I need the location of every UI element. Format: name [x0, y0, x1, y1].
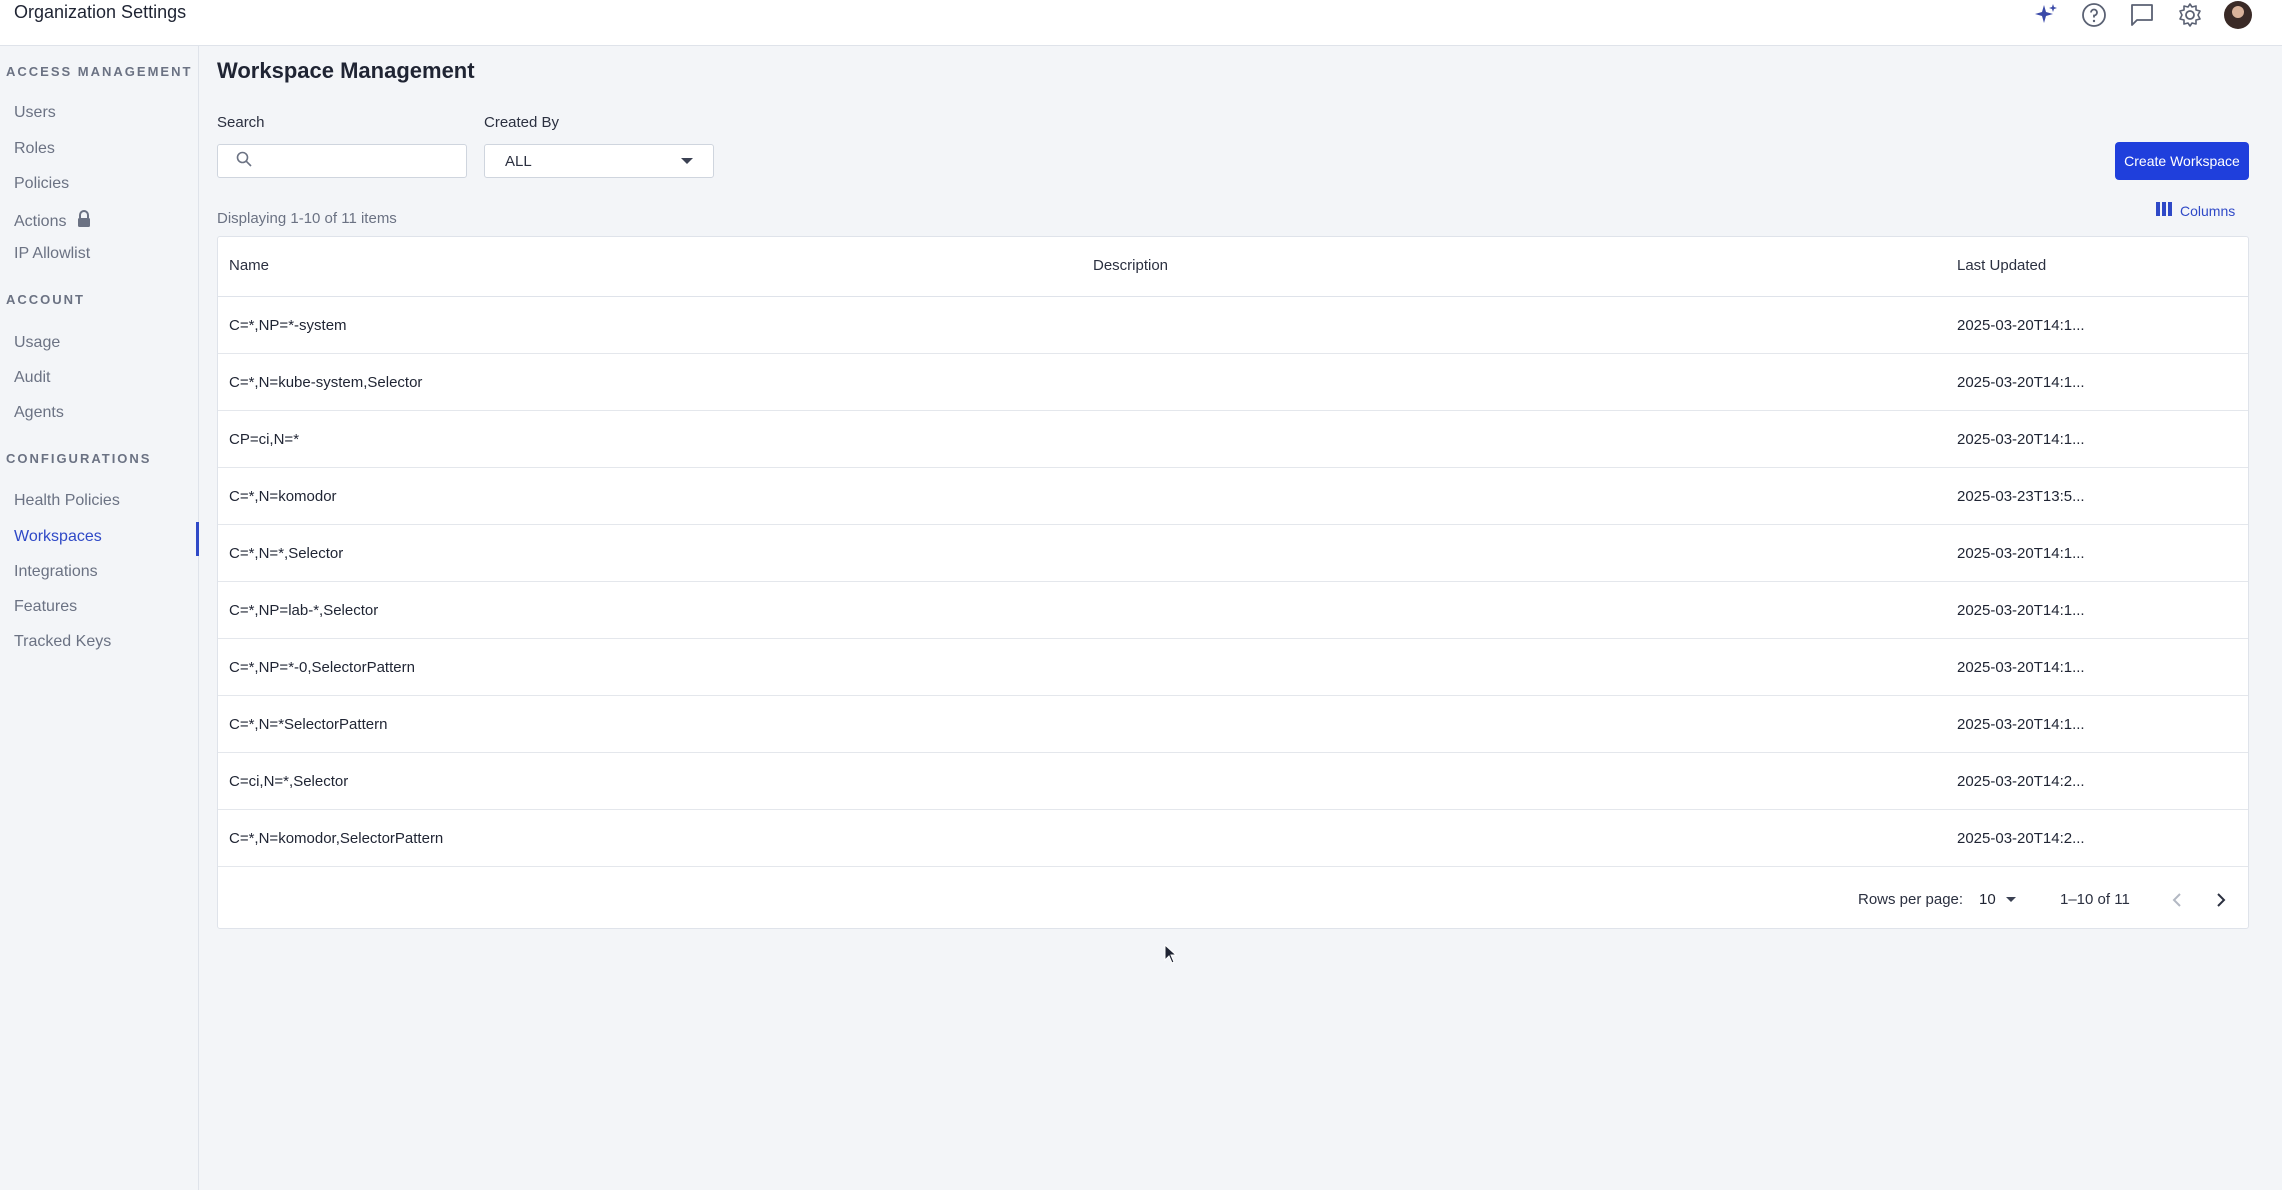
cell-name: C=*,NP=*-system [229, 317, 347, 334]
rows-per-page-label: Rows per page: [1858, 891, 1964, 908]
cell-name: C=*,N=komodor,SelectorPattern [229, 830, 444, 847]
main-content: Workspace Management Search Created By A… [199, 46, 2282, 1190]
table-pagination: Rows per page: 10 1–10 of 11 [218, 871, 2248, 929]
previous-page-button[interactable] [2162, 885, 2192, 915]
table-header: Name Description Last Updated [218, 237, 2248, 297]
search-field[interactable] [217, 144, 467, 178]
gear-icon[interactable] [2176, 1, 2204, 29]
help-icon[interactable] [2080, 1, 2108, 29]
sparkle-icon[interactable] [2032, 1, 2060, 29]
sidebar-item-ip-allowlist[interactable]: IP Allowlist [14, 245, 90, 263]
cell-last-updated: 2025-03-20T14:1... [1957, 659, 2085, 676]
table-row[interactable]: CP=ci,N=* 2025-03-20T14:1... [218, 411, 2248, 468]
table-row[interactable]: C=ci,N=*,Selector 2025-03-20T14:2... [218, 753, 2248, 810]
cell-last-updated: 2025-03-20T14:2... [1957, 830, 2085, 847]
chevron-down-icon [681, 158, 693, 164]
table-row[interactable]: C=*,NP=*-system 2025-03-20T14:1... [218, 297, 2248, 354]
search-icon [236, 151, 252, 172]
sidebar: ACCESS MANAGEMENT Users Roles Policies A… [0, 46, 199, 1190]
sidebar-item-roles[interactable]: Roles [14, 140, 55, 158]
sidebar-item-health-policies[interactable]: Health Policies [14, 492, 120, 510]
rows-per-page-select[interactable]: 10 [1979, 891, 2016, 908]
table-row[interactable]: C=*,NP=*-0,SelectorPattern 2025-03-20T14… [218, 639, 2248, 696]
created-by-label: Created By [484, 114, 560, 131]
cell-last-updated: 2025-03-23T13:5... [1957, 488, 2085, 505]
column-header-last-updated[interactable]: Last Updated [1957, 257, 2046, 274]
cell-name: C=*,NP=*-0,SelectorPattern [229, 659, 415, 676]
table-row[interactable]: C=*,N=*SelectorPattern 2025-03-20T14:1..… [218, 696, 2248, 753]
column-header-name[interactable]: Name [229, 257, 269, 274]
search-label: Search [217, 114, 265, 131]
avatar[interactable] [2224, 1, 2252, 29]
cell-name: C=*,N=*SelectorPattern [229, 716, 388, 733]
cell-last-updated: 2025-03-20T14:1... [1957, 317, 2085, 334]
sidebar-item-users[interactable]: Users [14, 104, 56, 122]
table-row[interactable]: C=*,N=komodor,SelectorPattern 2025-03-20… [218, 810, 2248, 867]
workspaces-table: Name Description Last Updated C=*,NP=*-s… [217, 236, 2249, 929]
sidebar-item-tracked-keys[interactable]: Tracked Keys [14, 633, 111, 651]
cell-last-updated: 2025-03-20T14:1... [1957, 374, 2085, 391]
cell-name: C=*,N=kube-system,Selector [229, 374, 423, 391]
items-count: Displaying 1-10 of 11 items [217, 210, 397, 227]
table-row[interactable]: C=*,NP=lab-*,Selector 2025-03-20T14:1... [218, 582, 2248, 639]
next-page-button[interactable] [2206, 885, 2236, 915]
cell-name: C=*,NP=lab-*,Selector [229, 602, 379, 619]
columns-icon [2156, 202, 2172, 219]
cell-last-updated: 2025-03-20T14:1... [1957, 602, 2085, 619]
sidebar-item-audit[interactable]: Audit [14, 369, 50, 387]
cell-last-updated: 2025-03-20T14:1... [1957, 545, 2085, 562]
column-header-description[interactable]: Description [1093, 257, 1168, 274]
created-by-value: ALL [505, 152, 532, 170]
app-title: Organization Settings [14, 2, 187, 22]
sidebar-item-integrations[interactable]: Integrations [14, 563, 98, 581]
lock-icon [76, 210, 92, 233]
search-input[interactable] [262, 152, 452, 170]
table-row[interactable]: C=*,N=kube-system,Selector 2025-03-20T14… [218, 354, 2248, 411]
section-title-account: ACCOUNT [6, 292, 85, 307]
cell-last-updated: 2025-03-20T14:1... [1957, 716, 2085, 733]
cell-name: C=ci,N=*,Selector [229, 773, 349, 790]
created-by-select[interactable]: ALL [484, 144, 714, 178]
table-row[interactable]: C=*,N=*,Selector 2025-03-20T14:1... [218, 525, 2248, 582]
chevron-down-icon [2005, 897, 2016, 902]
sidebar-item-agents[interactable]: Agents [14, 404, 64, 422]
cell-last-updated: 2025-03-20T14:2... [1957, 773, 2085, 790]
sidebar-item-usage[interactable]: Usage [14, 334, 60, 352]
pagination-range: 1–10 of 11 [2060, 891, 2130, 908]
top-icons [2032, 0, 2252, 30]
section-title-configurations: CONFIGURATIONS [6, 451, 152, 466]
sidebar-item-workspaces[interactable]: Workspaces [14, 528, 102, 546]
chat-icon[interactable] [2128, 1, 2156, 29]
cell-last-updated: 2025-03-20T14:1... [1957, 431, 2085, 448]
page-title: Workspace Management [217, 58, 475, 83]
create-workspace-button[interactable]: Create Workspace [2115, 142, 2249, 180]
mouse-cursor-icon [1164, 943, 1178, 969]
cell-name: CP=ci,N=* [229, 431, 300, 448]
sidebar-item-features[interactable]: Features [14, 598, 77, 616]
columns-button[interactable]: Columns [2156, 202, 2235, 219]
table-row[interactable]: C=*,N=komodor 2025-03-23T13:5... [218, 468, 2248, 525]
cell-name: C=*,N=*,Selector [229, 545, 344, 562]
cell-name: C=*,N=komodor [229, 488, 337, 505]
section-title-access-management: ACCESS MANAGEMENT [6, 64, 193, 79]
rows-per-page-value: 10 [1979, 891, 1996, 908]
sidebar-item-actions[interactable]: Actions [14, 210, 92, 233]
sidebar-item-policies[interactable]: Policies [14, 175, 69, 193]
top-bar: Organization Settings [0, 0, 2282, 46]
